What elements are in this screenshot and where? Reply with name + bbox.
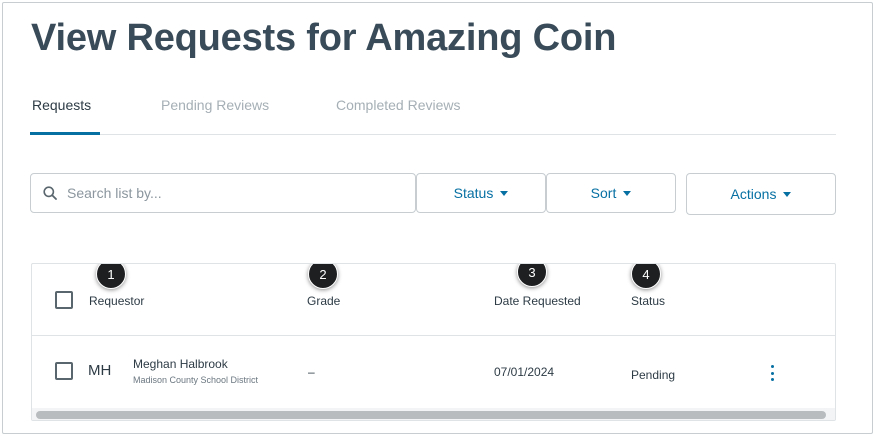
column-header-requestor[interactable]: Requestor [89, 294, 144, 308]
app-window: View Requests for Amazing Coin Requests … [2, 2, 873, 434]
tab-requests-label: Requests [32, 97, 92, 113]
actions-label: Actions [730, 186, 777, 202]
active-tab-indicator [30, 132, 100, 135]
row-checkbox[interactable] [55, 362, 73, 380]
chevron-down-icon [500, 190, 509, 196]
search-box[interactable] [30, 173, 416, 213]
table-row: MH Meghan Halbrook Madison County School… [32, 337, 835, 409]
requests-table: 1 Requestor 2 Grade 3 Date Requested 4 S… [31, 263, 836, 421]
avatar: MH [88, 362, 112, 379]
status-filter-label: Status [453, 185, 494, 201]
table-header-row: 1 Requestor 2 Grade 3 Date Requested 4 S… [32, 264, 835, 336]
sort-label: Sort [590, 185, 617, 201]
actions-button[interactable]: Actions [686, 173, 836, 215]
requestor-name: Meghan Halbrook [133, 357, 228, 371]
tab-pending-reviews-label: Pending Reviews [161, 97, 270, 113]
chevron-down-icon [623, 190, 632, 196]
column-header-date-requested[interactable]: Date Requested [494, 294, 581, 308]
tab-completed-reviews[interactable]: Completed Reviews [336, 97, 461, 113]
tab-completed-reviews-label: Completed Reviews [336, 97, 461, 113]
requestor-district: Madison County School District [133, 375, 259, 385]
tab-requests[interactable]: Requests [32, 97, 91, 113]
tab-pending-reviews[interactable]: Pending Reviews [161, 97, 269, 113]
callout-badge: 1 [96, 264, 126, 289]
column-header-status[interactable]: Status [631, 294, 665, 308]
search-icon [43, 186, 57, 200]
date-requested-value: 07/01/2024 [494, 365, 555, 379]
column-header-grade[interactable]: Grade [307, 294, 340, 308]
scrollbar-thumb[interactable] [36, 411, 826, 419]
chevron-down-icon [783, 191, 792, 197]
status-value: Pending [631, 368, 676, 382]
page-title: View Requests for Amazing Coin [31, 17, 617, 59]
horizontal-scrollbar[interactable] [32, 408, 835, 420]
status-filter-button[interactable]: Status [416, 173, 546, 213]
sort-button[interactable]: Sort [546, 173, 676, 213]
row-options-icon[interactable] [764, 363, 780, 383]
callout-badge: 4 [631, 264, 661, 289]
search-input[interactable] [67, 182, 407, 204]
select-all-checkbox[interactable] [55, 291, 73, 309]
grade-value: – [308, 365, 315, 379]
callout-badge: 3 [517, 264, 547, 287]
tab-bar: Requests Pending Reviews Completed Revie… [30, 87, 836, 135]
callout-badge: 2 [308, 264, 338, 289]
